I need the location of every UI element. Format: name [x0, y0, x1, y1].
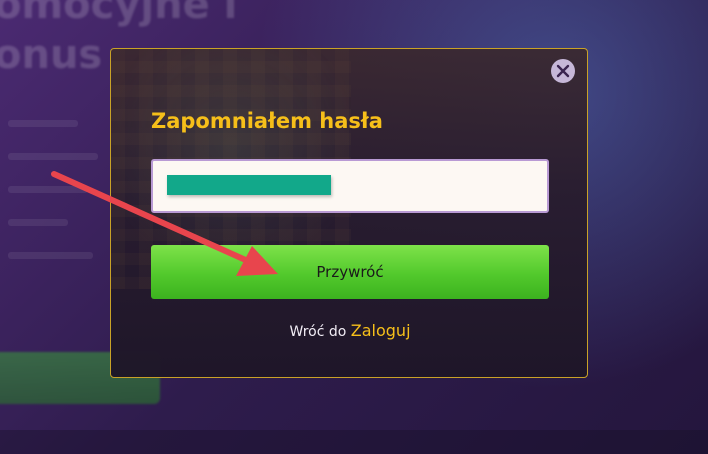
email-field[interactable] — [151, 159, 549, 213]
close-icon — [556, 64, 570, 78]
background-heading-line: omocyjne i — [0, 0, 238, 28]
restore-button[interactable]: Przywróć — [151, 245, 549, 299]
login-link[interactable]: Zaloguj — [351, 321, 411, 340]
back-to-login-row: Wróć do Zaloguj — [111, 321, 587, 340]
close-button[interactable] — [551, 59, 575, 83]
redacted-value — [167, 175, 331, 195]
forgot-password-modal: Zapomniałem hasła Przywróć Wróć do Zalog… — [110, 48, 588, 378]
background-footer — [0, 430, 708, 454]
background-text-block — [8, 120, 98, 285]
back-text: Wróć do — [289, 324, 347, 340]
modal-title: Zapomniałem hasła — [151, 109, 383, 133]
